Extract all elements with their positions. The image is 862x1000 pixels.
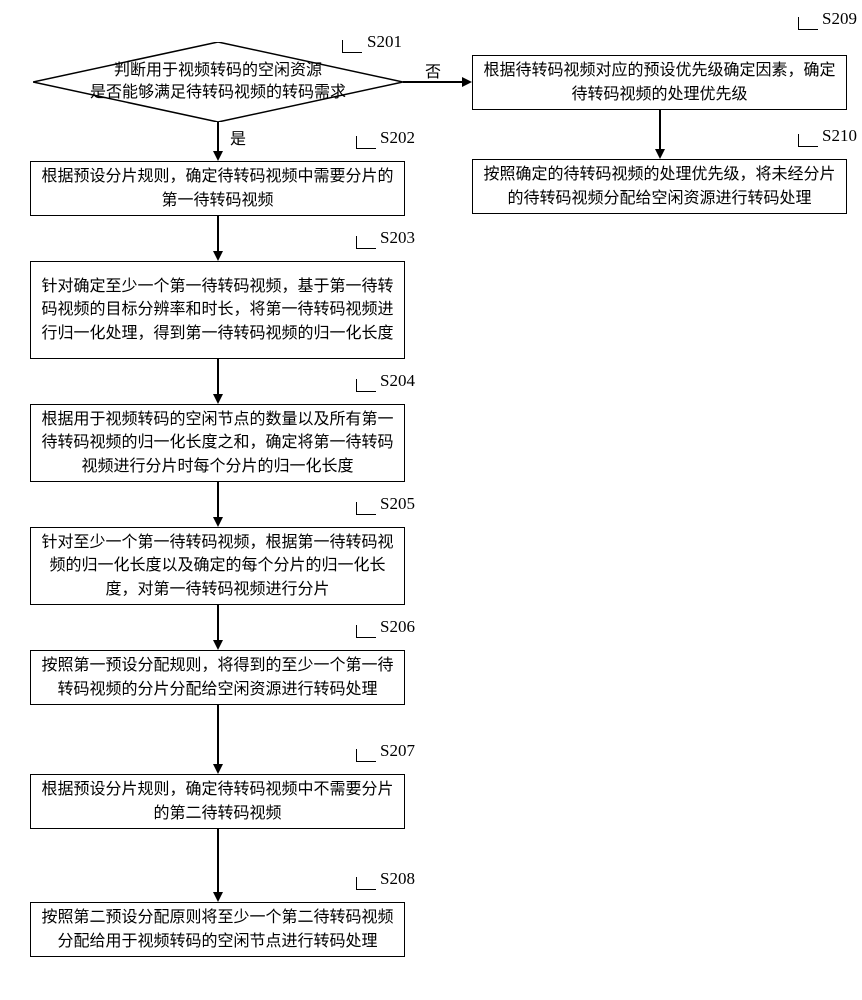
label-hook-s201 (342, 40, 362, 53)
label-hook-s204 (356, 379, 376, 392)
label-hook-s205 (356, 502, 376, 515)
label-s208: S208 (380, 869, 415, 889)
label-hook-s206 (356, 625, 376, 638)
arrow-s206-s207 (217, 705, 219, 767)
arrowhead-s209-s210 (655, 149, 665, 159)
label-hook-s202 (356, 136, 376, 149)
process-s205-text: 针对至少一个第一待转码视频，根据第一待转码视频的归一化长度以及确定的每个分片的归… (41, 531, 394, 601)
process-s204-text: 根据用于视频转码的空闲节点的数量以及所有第一待转码视频的归一化长度之和，确定将第… (41, 408, 394, 478)
label-s210: S210 (822, 126, 857, 146)
arrow-s203-s204 (217, 359, 219, 397)
label-s206: S206 (380, 617, 415, 637)
arrowhead-s203-s204 (213, 394, 223, 404)
arrowhead-s202-s203 (213, 251, 223, 261)
label-hook-s210 (798, 134, 818, 147)
process-s204: 根据用于视频转码的空闲节点的数量以及所有第一待转码视频的归一化长度之和，确定将第… (30, 404, 405, 482)
label-hook-s208 (356, 877, 376, 890)
process-s208-text: 按照第二预设分配原则将至少一个第二待转码视频分配给用于视频转码的空闲节点进行转码… (41, 906, 394, 952)
process-s206: 按照第一预设分配规则，将得到的至少一个第一待转码视频的分片分配给空闲资源进行转码… (30, 650, 405, 705)
process-s203: 针对确定至少一个第一待转码视频，基于第一待转码视频的目标分辨率和时长，将第一待转… (30, 261, 405, 359)
process-s206-text: 按照第一预设分配规则，将得到的至少一个第一待转码视频的分片分配给空闲资源进行转码… (41, 654, 394, 700)
process-s209: 根据待转码视频对应的预设优先级确定因素，确定待转码视频的处理优先级 (472, 55, 847, 110)
label-s203: S203 (380, 228, 415, 248)
label-hook-s207 (356, 749, 376, 762)
process-s205: 针对至少一个第一待转码视频，根据第一待转码视频的归一化长度以及确定的每个分片的归… (30, 527, 405, 605)
label-s209: S209 (822, 9, 857, 29)
arrow-s202-s203 (217, 216, 219, 254)
label-s201: S201 (367, 32, 402, 52)
arrowhead-s206-s207 (213, 764, 223, 774)
arrowhead-s207-s208 (213, 892, 223, 902)
label-hook-s203 (356, 236, 376, 249)
arrow-s205-s206 (217, 605, 219, 643)
arrowhead-s204-s205 (213, 517, 223, 527)
arrow-s207-s208 (217, 829, 219, 895)
process-s207-text: 根据预设分片规则，确定待转码视频中不需要分片的第二待转码视频 (41, 778, 394, 824)
arrowhead-s201-s209 (462, 77, 472, 87)
process-s210: 按照确定的待转码视频的处理优先级，将未经分片的待转码视频分配给空闲资源进行转码处… (472, 159, 847, 214)
process-s203-text: 针对确定至少一个第一待转码视频，基于第一待转码视频的目标分辨率和时长，将第一待转… (41, 275, 394, 345)
label-hook-s209 (798, 17, 818, 30)
decision-s201: 判断用于视频转码的空闲资源 是否能够满足待转码视频的转码需求 (33, 42, 403, 122)
process-s202: 根据预设分片规则，确定待转码视频中需要分片的第一待转码视频 (30, 161, 405, 216)
arrow-s209-s210 (659, 110, 661, 152)
label-s207: S207 (380, 741, 415, 761)
branch-no: 否 (425, 58, 441, 82)
process-s209-text: 根据待转码视频对应的预设优先级确定因素，确定待转码视频的处理优先级 (483, 59, 836, 105)
process-s202-text: 根据预设分片规则，确定待转码视频中需要分片的第一待转码视频 (41, 165, 394, 211)
arrowhead-s205-s206 (213, 640, 223, 650)
label-s202: S202 (380, 128, 415, 148)
process-s207: 根据预设分片规则，确定待转码视频中不需要分片的第二待转码视频 (30, 774, 405, 829)
arrowhead-s201-s202 (213, 151, 223, 161)
label-s205: S205 (380, 494, 415, 514)
arrow-s201-s202 (217, 122, 219, 154)
arrow-s204-s205 (217, 482, 219, 520)
process-s208: 按照第二预设分配原则将至少一个第二待转码视频分配给用于视频转码的空闲节点进行转码… (30, 902, 405, 957)
branch-yes: 是 (230, 125, 246, 149)
decision-s201-text: 判断用于视频转码的空闲资源 是否能够满足待转码视频的转码需求 (90, 60, 346, 105)
label-s204: S204 (380, 371, 415, 391)
process-s210-text: 按照确定的待转码视频的处理优先级，将未经分片的待转码视频分配给空闲资源进行转码处… (483, 163, 836, 209)
